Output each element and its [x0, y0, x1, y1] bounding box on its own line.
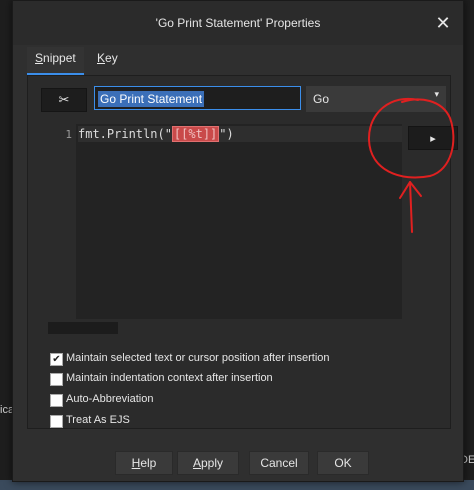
help-label: elp: [140, 456, 157, 470]
apply-label: pply: [201, 456, 224, 470]
snippet-name-value: Go Print Statement: [98, 91, 205, 107]
scissors-icon: ✂: [58, 92, 70, 107]
tab-key-binding-mnemonic: K: [97, 51, 106, 65]
tab-snippet-mnemonic: S: [35, 51, 44, 65]
play-icon: ▸: [430, 132, 436, 145]
tabstop-placeholder[interactable]: [[%t]]: [171, 126, 220, 142]
apply-button[interactable]: Apply: [177, 451, 239, 475]
apply-mnemonic: A: [192, 456, 201, 470]
snippet-panel: ✂ Go Print Statement Go ▾ 1 fmt.Println(…: [27, 75, 458, 429]
editor-horizontal-scrollbar[interactable]: [48, 322, 118, 334]
option-label: Maintain selected text or cursor positio…: [66, 352, 330, 364]
checkbox[interactable]: [50, 415, 63, 428]
properties-dialog: 'Go Print Statement' Properties ✕ Snippe…: [12, 0, 464, 482]
title-bar: 'Go Print Statement' Properties ✕: [13, 1, 463, 45]
language-select[interactable]: Go ▾: [306, 86, 446, 112]
checkmark-icon: ✔: [52, 354, 61, 365]
checkbox[interactable]: [50, 373, 63, 386]
language-selected: Go: [313, 92, 330, 106]
code-suffix: "): [219, 127, 234, 141]
insert-placeholder-button[interactable]: ▸: [408, 126, 458, 150]
checkbox[interactable]: [50, 394, 63, 407]
line-gutter: 1: [48, 124, 76, 319]
chevron-down-icon: ▾: [434, 89, 439, 99]
help-button[interactable]: Help: [115, 451, 173, 475]
option-label: Maintain indentation context after inser…: [66, 372, 273, 384]
checkbox[interactable]: ✔: [50, 353, 63, 366]
code-line[interactable]: fmt.Println(" [[%t]] "): [78, 126, 402, 142]
dialog-title: 'Go Print Statement' Properties: [155, 16, 321, 30]
close-icon[interactable]: ✕: [433, 13, 453, 33]
snippet-icon-button[interactable]: ✂: [41, 88, 87, 112]
background-text-left: ica: [0, 404, 12, 416]
option-label: Treat As EJS: [66, 414, 130, 426]
code-prefix: fmt.Println(": [78, 127, 172, 141]
ok-button[interactable]: OK: [317, 451, 369, 475]
tab-key-binding[interactable]: Key Binding: [89, 47, 145, 87]
snippet-name-field[interactable]: Go Print Statement: [94, 86, 301, 110]
tab-snippet[interactable]: Snippet: [27, 47, 84, 75]
background-app: ica: [0, 0, 12, 490]
line-number: 1: [65, 128, 72, 141]
tab-snippet-label: nippet: [43, 51, 76, 65]
cancel-button[interactable]: Cancel: [249, 451, 309, 475]
code-editor[interactable]: 1 fmt.Println(" [[%t]] "): [48, 124, 402, 319]
option-label: Auto-Abbreviation: [66, 393, 154, 405]
